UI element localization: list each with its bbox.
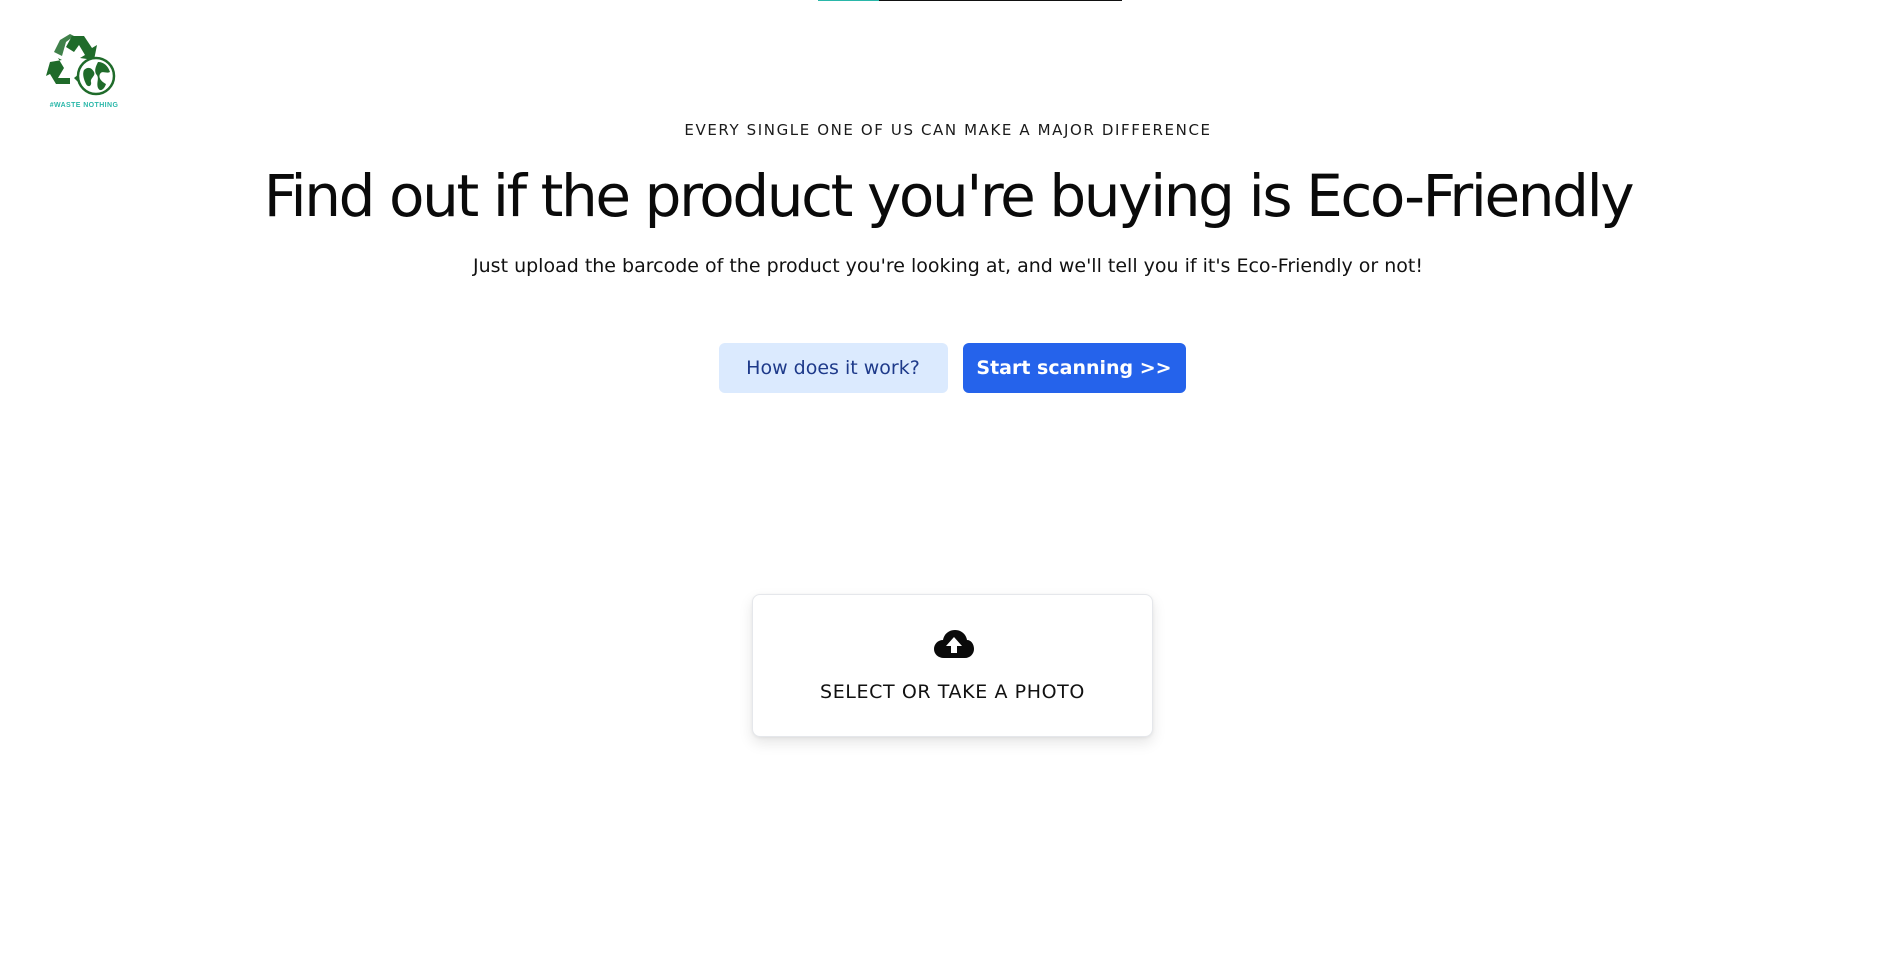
upload-label: SELECT OR TAKE A PHOTO bbox=[820, 681, 1085, 703]
cloud-upload-icon bbox=[933, 628, 975, 660]
page: #WASTE NOTHING EVERY SINGLE ONE OF US CA… bbox=[0, 0, 1896, 967]
eyebrow-text: EVERY SINGLE ONE OF US CAN MAKE A MAJOR … bbox=[684, 121, 1212, 139]
hero-actions: How does it work? Start scanning >> bbox=[0, 343, 1896, 393]
logo-tagline: #WASTE NOTHING bbox=[49, 102, 119, 109]
photo-upload-dropzone[interactable]: SELECT OR TAKE A PHOTO bbox=[752, 594, 1153, 737]
top-progress-bar bbox=[818, 0, 1122, 1]
start-scanning-button[interactable]: Start scanning >> bbox=[962, 343, 1186, 393]
how-it-works-button[interactable]: How does it work? bbox=[718, 343, 948, 393]
page-subtitle: Just upload the barcode of the product y… bbox=[473, 255, 1423, 277]
logo[interactable]: #WASTE NOTHING bbox=[44, 32, 124, 112]
top-progress-fill bbox=[818, 0, 879, 1]
page-title: Find out if the product you're buying is… bbox=[263, 162, 1635, 230]
recycle-globe-icon bbox=[46, 34, 116, 96]
